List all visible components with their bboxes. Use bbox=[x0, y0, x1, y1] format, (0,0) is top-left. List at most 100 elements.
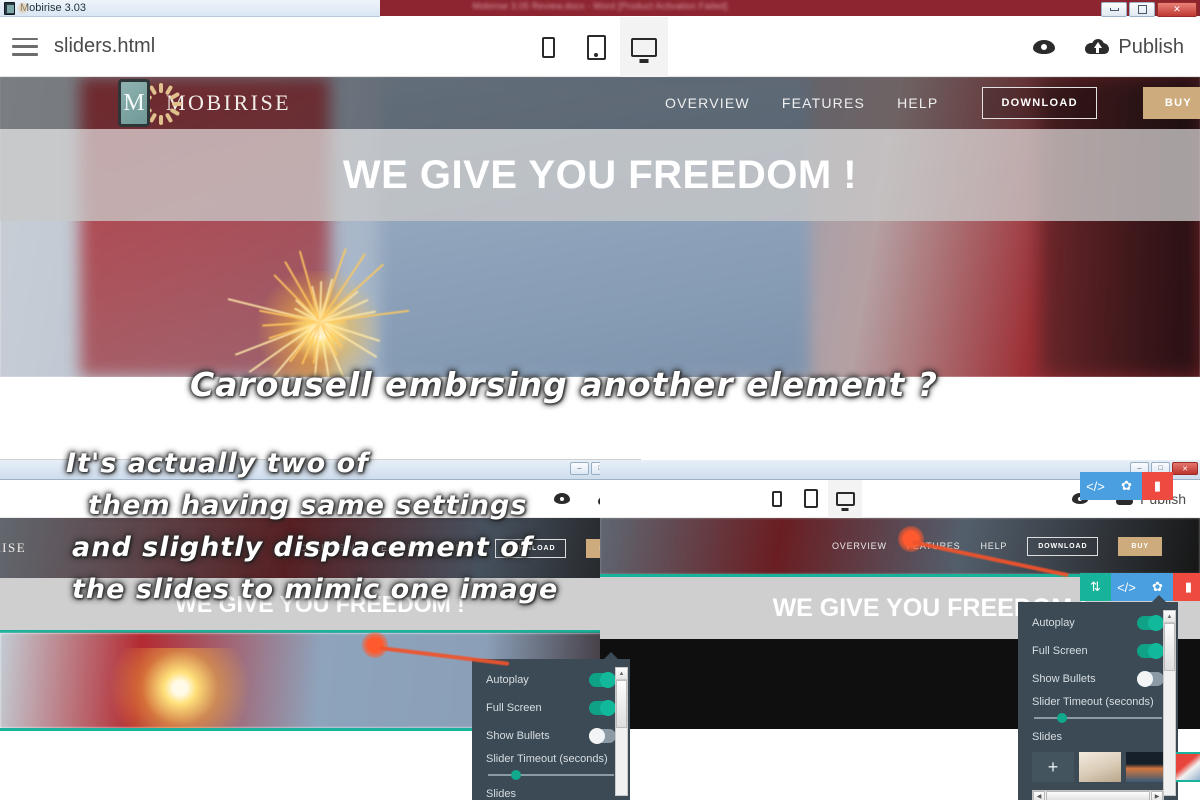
inset-right-editor-toolbar: ⇅ </> ✿ ▮ bbox=[1080, 573, 1200, 601]
setting-row-showbullets: Show Bullets bbox=[486, 725, 616, 746]
toolbar-right-group: Publish bbox=[1033, 17, 1184, 77]
inset-right-settings-panel: Autoplay Full Screen Show Bullets Slider… bbox=[1018, 595, 1200, 800]
mobile-icon bbox=[772, 490, 782, 507]
slider-timeout-track-2[interactable] bbox=[1034, 713, 1162, 723]
slide-thumb-1b[interactable] bbox=[1079, 752, 1121, 782]
slider-timeout-knob-2[interactable] bbox=[1057, 713, 1068, 723]
mobile-icon bbox=[541, 36, 555, 58]
toggle-fullscreen[interactable] bbox=[589, 699, 616, 716]
publish-button[interactable]: Publish bbox=[1085, 36, 1184, 59]
nav-link-help[interactable]: HELP bbox=[897, 95, 938, 111]
hamburger-menu-icon[interactable] bbox=[12, 37, 38, 56]
app-toolbar: sliders.html Publish bbox=[0, 17, 1200, 77]
device-button-mobile[interactable] bbox=[524, 17, 572, 77]
site-nav-links: OVERVIEW FEATURES HELP DOWNLOAD BUY bbox=[665, 77, 1200, 129]
inset-right-device-mobile[interactable] bbox=[760, 480, 794, 518]
setting-row-autoplay-2: Autoplay bbox=[1032, 612, 1164, 633]
toggle-fullscreen-2[interactable] bbox=[1137, 642, 1164, 659]
inset-right-nav-help[interactable]: HELP bbox=[981, 541, 1008, 551]
hscroll-thumb[interactable] bbox=[1046, 791, 1150, 800]
setting-label-fullscreen: Full Screen bbox=[486, 701, 542, 714]
nav-link-overview[interactable]: OVERVIEW bbox=[665, 95, 750, 111]
inset-left-logo-text: RISE bbox=[0, 540, 27, 555]
annotation-note-2-line-3: and slightly displacement of bbox=[72, 532, 533, 563]
inset-left-minimize[interactable]: – bbox=[570, 462, 589, 475]
site-logo[interactable]: M MOBIRISE bbox=[118, 79, 291, 127]
current-file-name: sliders.html bbox=[54, 35, 156, 57]
window-title: Mobirise 3.03 bbox=[20, 2, 87, 14]
tablet-icon bbox=[804, 489, 818, 508]
setting-label-autoplay: Autoplay bbox=[486, 673, 529, 686]
desktop-icon bbox=[631, 37, 657, 57]
app-icon-glow bbox=[17, 2, 29, 14]
scroll-up-icon[interactable]: ▲ bbox=[616, 668, 627, 680]
inset-left-settings-panel: Autoplay Full Screen Show Bullets Slider… bbox=[472, 652, 630, 800]
setting-label-showbullets-2: Show Bullets bbox=[1032, 672, 1096, 685]
inset-right-device-desktop[interactable] bbox=[828, 479, 862, 518]
setting-label-slides-2: Slides bbox=[1032, 731, 1062, 743]
setting-label-autoplay-2: Autoplay bbox=[1032, 616, 1075, 629]
scroll-thumb[interactable] bbox=[616, 680, 627, 728]
inset-right-device-tablet[interactable] bbox=[794, 480, 828, 518]
download-button[interactable]: DOWNLOAD bbox=[982, 87, 1097, 119]
code-brackets-icon[interactable]: </> bbox=[1111, 573, 1142, 601]
toggle-autoplay-2[interactable] bbox=[1137, 614, 1164, 631]
setting-label-fullscreen-2: Full Screen bbox=[1032, 644, 1088, 657]
slides-horizontal-scrollbar[interactable]: ◀ ▶ bbox=[1032, 790, 1164, 800]
inset-right-nav-overview[interactable]: OVERVIEW bbox=[832, 541, 887, 551]
logo-phone-icon: M bbox=[118, 79, 150, 127]
slider-timeout-knob[interactable] bbox=[510, 770, 521, 780]
toggle-showbullets[interactable] bbox=[589, 727, 616, 744]
settings-right-vertical-scrollbar[interactable]: ▲ bbox=[1163, 610, 1176, 796]
eye-icon[interactable] bbox=[1033, 40, 1056, 54]
add-slide-button-2[interactable]: + bbox=[1032, 752, 1074, 782]
trash-icon[interactable]: ▮ bbox=[1142, 472, 1173, 500]
inset-right-buy-button[interactable]: BUY bbox=[1118, 536, 1162, 556]
code-brackets-icon[interactable]: </> bbox=[1080, 472, 1111, 500]
setting-label-slides: Slides bbox=[486, 788, 516, 800]
slide-thumb-3b[interactable] bbox=[1173, 752, 1200, 782]
device-button-desktop[interactable] bbox=[620, 17, 668, 77]
annotation-note-2-line-1: It's actually two of bbox=[66, 448, 369, 479]
gear-icon[interactable]: ✿ bbox=[1111, 472, 1142, 500]
setting-label-slider-timeout: Slider Timeout (seconds) bbox=[486, 753, 608, 765]
trash-icon[interactable]: ▮ bbox=[1173, 573, 1200, 601]
desktop-icon bbox=[835, 491, 855, 506]
scroll-thumb-2[interactable] bbox=[1164, 623, 1175, 671]
inset-right-editor-toolbar-top: </> ✿ ▮ bbox=[1080, 472, 1173, 500]
annotation-note-2: It's actually two of them having same se… bbox=[66, 443, 558, 611]
move-updown-icon[interactable]: ⇅ bbox=[1080, 573, 1111, 601]
nav-link-features[interactable]: FEATURES bbox=[782, 95, 865, 111]
slide-thumbnail-list-2: + bbox=[1032, 752, 1200, 782]
minimize-button[interactable] bbox=[1101, 2, 1127, 17]
maximize-button[interactable] bbox=[1129, 2, 1155, 17]
inset-right-device-switcher bbox=[760, 479, 862, 518]
device-button-tablet[interactable] bbox=[572, 17, 620, 77]
slide-thumb-2b[interactable] bbox=[1126, 752, 1168, 782]
setting-row-showbullets-2: Show Bullets bbox=[1032, 668, 1164, 689]
buy-button[interactable]: BUY bbox=[1142, 87, 1200, 119]
publish-label: Publish bbox=[1118, 35, 1184, 58]
inset-right-download-button[interactable]: DOWNLOAD bbox=[1027, 536, 1099, 556]
sparkler-band bbox=[0, 221, 1200, 377]
app-icon bbox=[4, 1, 15, 15]
settings-left-vertical-scrollbar[interactable]: ▲ bbox=[615, 667, 628, 796]
setting-label-showbullets: Show Bullets bbox=[486, 729, 550, 742]
toggle-showbullets-2[interactable] bbox=[1137, 670, 1164, 687]
scroll-up-icon-2[interactable]: ▲ bbox=[1164, 611, 1175, 623]
setting-label-slider-timeout-2: Slider Timeout (seconds) bbox=[1032, 696, 1154, 708]
site-navbar: M MOBIRISE OVERVIEW FEATURES HELP DOWNLO… bbox=[0, 77, 1200, 129]
setting-row-fullscreen: Full Screen bbox=[486, 697, 616, 718]
setting-row-fullscreen-2: Full Screen bbox=[1032, 640, 1164, 661]
toggle-autoplay[interactable] bbox=[589, 671, 616, 688]
cloud-upload-icon bbox=[1085, 39, 1110, 55]
annotation-note-1: Carousell embrsing another element ? bbox=[190, 365, 938, 404]
window-titlebar: Mobirise 3.03 bbox=[0, 0, 380, 17]
hero-headline: WE GIVE YOU FREEDOM ! bbox=[342, 152, 858, 197]
close-button[interactable]: ✕ bbox=[1157, 2, 1197, 17]
inset-right-close[interactable]: ✕ bbox=[1172, 462, 1198, 475]
scroll-left-icon[interactable]: ◀ bbox=[1033, 791, 1045, 800]
scroll-right-icon[interactable]: ▶ bbox=[1151, 791, 1163, 800]
slider-timeout-track[interactable] bbox=[488, 770, 614, 780]
annotation-note-2-line-2: them having same settings bbox=[88, 490, 528, 521]
